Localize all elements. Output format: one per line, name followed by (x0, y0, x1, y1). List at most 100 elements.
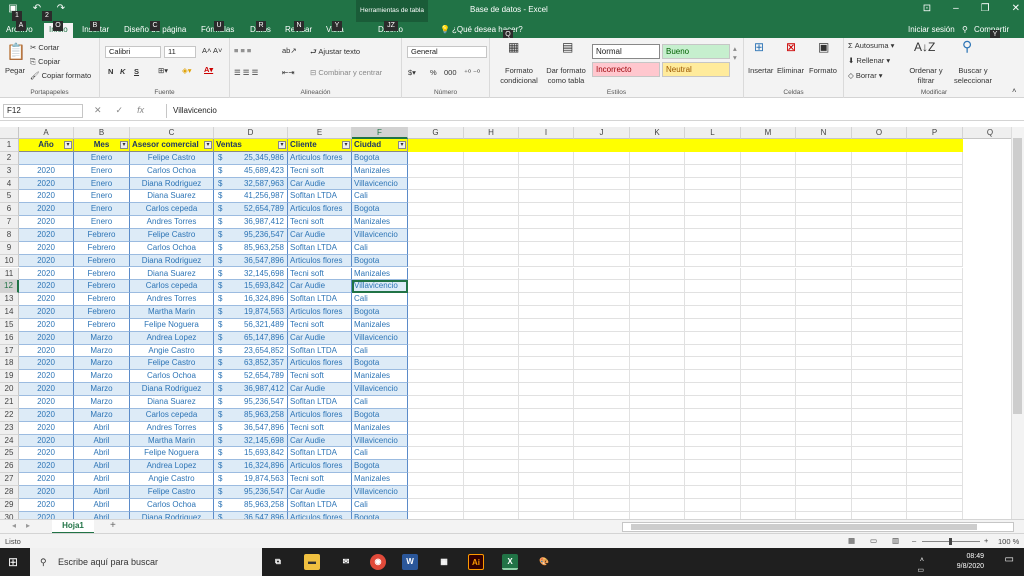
empty-cell[interactable] (741, 473, 796, 486)
empty-cell[interactable] (852, 383, 907, 396)
empty-cell[interactable] (796, 254, 852, 268)
calculator-icon[interactable]: ▦ (436, 554, 452, 570)
empty-cell[interactable] (464, 203, 519, 217)
table-cell[interactable]: $65,147,896 (214, 331, 288, 345)
empty-cell[interactable] (464, 396, 519, 409)
row-header[interactable]: 12 (0, 280, 19, 294)
row-header[interactable]: 6 (0, 203, 19, 217)
empty-cell[interactable] (741, 164, 796, 178)
empty-cell[interactable] (741, 383, 796, 396)
table-cell[interactable]: 2020 (19, 370, 74, 384)
column-header-f[interactable]: F (352, 127, 408, 139)
table-cell[interactable]: Carlos Ochoa (130, 241, 214, 255)
empty-cell[interactable] (741, 254, 796, 268)
table-cell[interactable]: Cali (352, 498, 408, 512)
empty-cell[interactable] (685, 370, 741, 384)
table-cell[interactable]: Abril (74, 421, 130, 435)
table-cell[interactable]: Abril (74, 460, 130, 474)
column-header-i[interactable]: I (519, 127, 574, 139)
merge-center-button[interactable]: ⊟ Combinar y centrar (310, 68, 382, 77)
empty-cell[interactable] (685, 254, 741, 268)
table-cell[interactable]: $95,236,547 (214, 228, 288, 242)
filter-dropdown-icon[interactable]: ▾ (342, 141, 350, 149)
empty-cell[interactable] (907, 434, 963, 448)
windows-start-icon[interactable]: ⊞ (8, 555, 18, 569)
ribbon-display-icon[interactable]: ⊡ (923, 3, 931, 14)
empty-cell[interactable] (574, 331, 630, 345)
empty-cell[interactable] (796, 216, 852, 229)
empty-cell[interactable] (796, 293, 852, 307)
zoom-out-icon[interactable]: – (912, 536, 916, 545)
empty-cell[interactable] (907, 151, 963, 165)
empty-cell[interactable] (464, 216, 519, 229)
table-cell[interactable]: 2020 (19, 267, 74, 281)
empty-cell[interactable] (852, 370, 907, 384)
empty-cell[interactable] (907, 473, 963, 486)
empty-cell[interactable] (519, 396, 574, 409)
table-cell[interactable]: $16,324,896 (214, 293, 288, 307)
empty-cell[interactable] (464, 151, 519, 165)
empty-cell[interactable] (741, 421, 796, 435)
row-header[interactable]: 20 (0, 383, 19, 396)
table-cell[interactable]: Felipe Castro (130, 151, 214, 165)
table-cell[interactable]: $19,874,563 (214, 306, 288, 319)
table-cell[interactable]: Tecni soft (288, 164, 352, 178)
column-header-p[interactable]: P (907, 127, 963, 139)
empty-cell[interactable] (852, 306, 907, 319)
empty-cell[interactable] (408, 344, 464, 358)
table-cell[interactable]: Articulos flores (288, 460, 352, 474)
row-header[interactable]: 29 (0, 498, 19, 512)
empty-cell[interactable] (796, 267, 852, 281)
table-cell[interactable]: Villavicencio (352, 228, 408, 242)
style-normal[interactable]: Normal (592, 44, 660, 59)
add-sheet-button[interactable]: + (110, 520, 116, 531)
grow-font-icon[interactable]: A˄ A˅ (202, 46, 222, 55)
tray-icons[interactable]: ˄ ▭ ♪ ◀ (917, 556, 924, 576)
header-fill-cell[interactable] (574, 139, 630, 152)
table-cell[interactable]: Villavicencio (352, 331, 408, 345)
table-cell[interactable]: Martha Marin (130, 434, 214, 448)
column-header-e[interactable]: E (288, 127, 352, 139)
row-header[interactable]: 23 (0, 421, 19, 435)
table-cell[interactable]: 2020 (19, 498, 74, 512)
delete-cells-button[interactable]: Eliminar (777, 66, 804, 75)
empty-cell[interactable] (852, 241, 907, 255)
empty-cell[interactable] (907, 344, 963, 358)
table-header-cell[interactable]: Ventas ▾ (214, 139, 288, 152)
scroll-thumb[interactable] (1013, 138, 1022, 414)
table-cell[interactable]: Cali (352, 241, 408, 255)
empty-cell[interactable] (408, 228, 464, 242)
empty-cell[interactable] (852, 396, 907, 409)
empty-cell[interactable] (741, 331, 796, 345)
empty-cell[interactable] (519, 498, 574, 512)
style-bueno[interactable]: Bueno (662, 44, 730, 59)
sign-in-link[interactable]: Iniciar sesión (908, 25, 955, 34)
chrome-icon[interactable]: ◉ (370, 554, 386, 570)
empty-cell[interactable] (907, 267, 963, 281)
redo-icon[interactable]: ↷ (54, 3, 68, 14)
empty-cell[interactable] (630, 344, 685, 358)
empty-cell[interactable] (685, 408, 741, 422)
empty-cell[interactable] (685, 318, 741, 332)
empty-cell[interactable] (796, 203, 852, 217)
table-cell[interactable]: Car Audie (288, 228, 352, 242)
empty-cell[interactable] (464, 357, 519, 371)
borders-icon[interactable]: ⊞▾ (158, 66, 168, 75)
empty-cell[interactable] (907, 216, 963, 229)
empty-cell[interactable] (630, 164, 685, 178)
table-cell[interactable]: 2020 (19, 306, 74, 319)
row-header[interactable]: 19 (0, 370, 19, 384)
empty-cell[interactable] (907, 408, 963, 422)
table-cell[interactable]: 2020 (19, 203, 74, 217)
table-cell[interactable]: Bogota (352, 408, 408, 422)
empty-cell[interactable] (741, 318, 796, 332)
empty-cell[interactable] (852, 498, 907, 512)
empty-cell[interactable] (464, 408, 519, 422)
table-cell[interactable]: Manizales (352, 267, 408, 281)
empty-cell[interactable] (852, 460, 907, 474)
empty-cell[interactable] (685, 164, 741, 178)
table-cell[interactable]: Andrea Lopez (130, 331, 214, 345)
empty-cell[interactable] (741, 280, 796, 294)
empty-cell[interactable] (574, 190, 630, 204)
table-cell[interactable]: Marzo (74, 331, 130, 345)
